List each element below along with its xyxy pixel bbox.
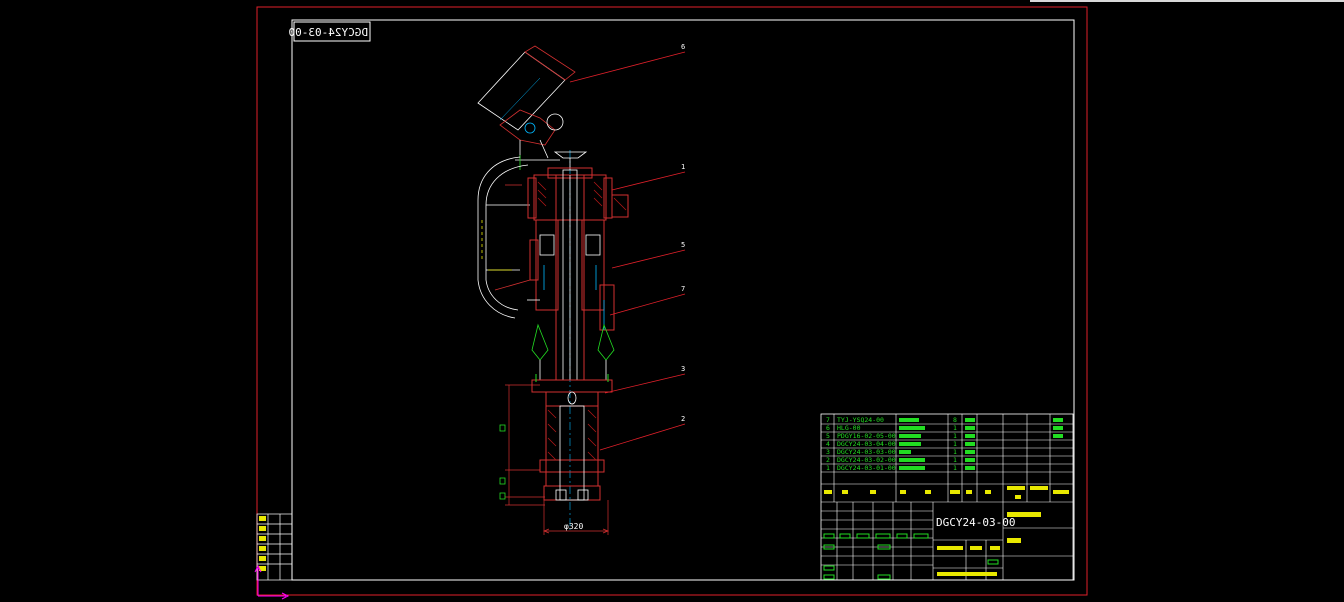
bom-row-code: HLG-00 (837, 424, 861, 432)
bom-row-no: 6 (826, 424, 830, 432)
bom-row-code: PDGY16-02-05-00 (837, 432, 896, 440)
bom-row-qty: 1 (953, 424, 957, 432)
bom-row-qty: 1 (953, 464, 957, 472)
callout-2: 2 (681, 415, 685, 423)
cad-drawing-canvas[interactable]: DGCY24-03-00 φ320 6 1 5 7 3 2 7 6 5 4 3 … (0, 0, 1344, 602)
horizontal-scrollbar[interactable] (1030, 0, 1344, 2)
mirrored-code-text: DGCY24-03-00 (289, 26, 368, 39)
bom-row-code: TYJ-YSQ24-00 (837, 416, 884, 424)
callout-3: 3 (681, 365, 685, 373)
bom-row-qty: 1 (953, 432, 957, 440)
callout-5: 5 (681, 241, 685, 249)
bom-row-qty: 1 (953, 448, 957, 456)
bom-row-code: DGCY24-03-03-00 (837, 448, 896, 456)
bom-row-no: 2 (826, 456, 830, 464)
bom-row-code: DGCY24-03-04-00 (837, 440, 896, 448)
bom-row-no: 1 (826, 464, 830, 472)
bom-row-qty: 8 (953, 416, 957, 424)
bom-row-no: 7 (826, 416, 830, 424)
bom-row-qty: 1 (953, 456, 957, 464)
callout-7: 7 (681, 285, 685, 293)
callout-6: 6 (681, 43, 685, 51)
bom-qty: 8 1 1 1 1 1 1 (953, 416, 957, 472)
bom-row-qty: 1 (953, 440, 957, 448)
bom-row-no: 5 (826, 432, 830, 440)
bom-row-no: 4 (826, 440, 830, 448)
bom-row-code: DGCY24-03-02-00 (837, 456, 896, 464)
bom-item-numbers: 7 6 5 4 3 2 1 (826, 416, 830, 472)
bom-row-no: 3 (826, 448, 830, 456)
diameter-label: φ320 (564, 522, 583, 531)
drawing-number: DGCY24-03-00 (936, 516, 1015, 529)
callout-1: 1 (681, 163, 685, 171)
bom-row-code: DGCY24-03-01-00 (837, 464, 896, 472)
